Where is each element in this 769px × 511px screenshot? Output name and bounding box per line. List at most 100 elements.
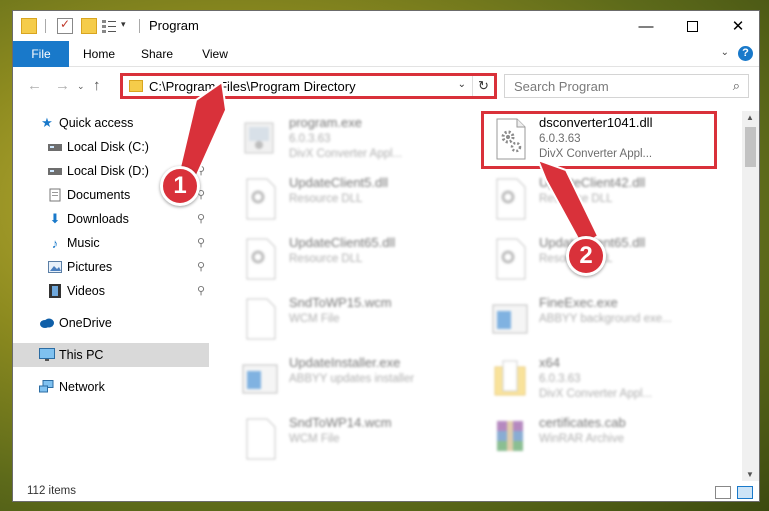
file-item[interactable]: FineExec.exe ABBYY background exe... bbox=[481, 291, 721, 351]
new-folder-icon[interactable] bbox=[81, 18, 97, 34]
sidebar-item-network[interactable]: Network bbox=[13, 375, 209, 399]
pin-icon[interactable]: ⚲ bbox=[197, 260, 205, 273]
exe-window-icon bbox=[241, 357, 279, 401]
drive-icon bbox=[47, 139, 63, 155]
sidebar-item-label: OneDrive bbox=[59, 316, 112, 330]
vertical-scrollbar[interactable]: ▲ ▼ bbox=[742, 111, 759, 481]
file-detail: ABBYY updates installer bbox=[289, 373, 415, 385]
file-item[interactable]: UpdateClient5.dll Resource DLL bbox=[231, 171, 471, 231]
scrollbar-thumb[interactable] bbox=[745, 127, 756, 167]
file-item[interactable]: UpdateClient65.dll Resource DLL bbox=[231, 231, 471, 291]
sidebar-item-downloads[interactable]: ⬇ Downloads ⚲ bbox=[13, 207, 209, 231]
help-icon[interactable]: ? bbox=[738, 46, 753, 61]
pin-icon[interactable]: ⚲ bbox=[197, 284, 205, 297]
exe-window-icon bbox=[491, 297, 529, 341]
file-detail: 6.0.3.63 bbox=[539, 133, 581, 145]
recent-locations-chevron-icon[interactable]: ⌄ bbox=[77, 81, 85, 92]
address-bar[interactable]: C:\Program Files\Program Directory ⌄ ↻ bbox=[120, 73, 497, 99]
exe-icon bbox=[241, 117, 279, 161]
dll-gear-icon bbox=[491, 117, 529, 161]
scroll-up-arrow-icon[interactable]: ▲ bbox=[746, 113, 754, 122]
file-name: SndToWP15.wcm bbox=[289, 295, 392, 310]
file-item[interactable]: x64 6.0.3.63 DivX Converter Appl... bbox=[481, 351, 721, 411]
pin-icon[interactable]: ⚲ bbox=[197, 164, 205, 177]
close-button[interactable]: ✕ bbox=[715, 11, 761, 41]
address-path[interactable]: C:\Program Files\Program Directory bbox=[149, 79, 356, 94]
forward-arrow-icon[interactable]: → bbox=[55, 77, 70, 94]
list-properties-icon[interactable] bbox=[101, 18, 119, 34]
details-view-icon[interactable] bbox=[715, 486, 731, 499]
search-input[interactable]: Search Program ⌕ bbox=[504, 74, 749, 98]
winrar-icon bbox=[491, 417, 529, 461]
tab-share[interactable]: Share bbox=[137, 41, 177, 67]
music-note-icon: ♪ bbox=[51, 235, 59, 251]
file-name: UpdateClient5.dll bbox=[289, 175, 389, 190]
sidebar-item-onedrive[interactable]: OneDrive bbox=[13, 311, 209, 335]
sidebar-item-local-disk-c[interactable]: Local Disk (C:) bbox=[13, 135, 209, 159]
file-item[interactable]: UpdateClient42.dll Resource DLL bbox=[481, 171, 721, 231]
file-item[interactable]: SndToWP15.wcm WCM File bbox=[231, 291, 471, 351]
file-item[interactable]: certificates.cab WinRAR Archive bbox=[481, 411, 721, 471]
file-item[interactable]: program.exe 6.0.3.63 DivX Converter Appl… bbox=[231, 111, 471, 171]
ribbon-tabs: File Home Share View ⌄ ? bbox=[13, 41, 759, 67]
star-icon: ★ bbox=[41, 115, 53, 130]
refresh-icon[interactable]: ↻ bbox=[472, 76, 494, 96]
file-explorer-window: ▾ Program — ✕ File Home Share View ⌄ ? ←… bbox=[12, 10, 760, 502]
scroll-down-arrow-icon[interactable]: ▼ bbox=[746, 470, 754, 479]
file-name: UpdateInstaller.exe bbox=[289, 355, 401, 370]
title-bar: ▾ Program — ✕ bbox=[13, 11, 759, 41]
item-count: 112 items bbox=[27, 485, 77, 497]
file-name: UpdateClient65.dll bbox=[289, 235, 396, 250]
navigation-bar: ← → ⌄ ↑ C:\Program Files\Program Directo… bbox=[13, 69, 759, 103]
tab-file[interactable]: File bbox=[13, 41, 69, 67]
file-name: SndToWP14.wcm bbox=[289, 415, 392, 430]
tab-home[interactable]: Home bbox=[79, 41, 119, 67]
search-icon[interactable]: ⌕ bbox=[733, 78, 740, 94]
sidebar-item-pictures[interactable]: Pictures ⚲ bbox=[13, 255, 209, 279]
large-icons-view-icon[interactable] bbox=[737, 486, 753, 499]
file-item[interactable]: UpdateInstaller.exe ABBYY updates instal… bbox=[231, 351, 471, 411]
file-description: DivX Converter Appl... bbox=[289, 148, 403, 160]
sidebar-item-label: Local Disk (D:) bbox=[67, 164, 149, 178]
blank-file-icon bbox=[241, 297, 279, 341]
pin-icon[interactable]: ⚲ bbox=[197, 212, 205, 225]
sidebar-item-label: Local Disk (C:) bbox=[67, 140, 149, 154]
pictures-icon bbox=[47, 259, 63, 275]
file-detail: 6.0.3.63 bbox=[539, 373, 581, 385]
drive-icon bbox=[47, 163, 63, 179]
file-name: x64 bbox=[539, 355, 560, 370]
properties-check-icon[interactable] bbox=[57, 17, 73, 34]
pin-icon[interactable]: ⚲ bbox=[197, 236, 205, 249]
file-description: DivX Converter Appl... bbox=[539, 148, 653, 160]
callout-badge-2: 2 bbox=[566, 236, 606, 276]
file-detail: WinRAR Archive bbox=[539, 433, 624, 445]
sidebar-item-quick-access[interactable]: ★ Quick access bbox=[13, 111, 209, 135]
dll-gear-icon bbox=[241, 237, 279, 281]
file-item-highlighted[interactable]: dsconverter1041.dll 6.0.3.63 DivX Conver… bbox=[481, 111, 717, 169]
up-arrow-icon[interactable]: ↑ bbox=[93, 77, 101, 94]
back-arrow-icon[interactable]: ← bbox=[27, 77, 42, 94]
file-name: UpdateClient42.dll bbox=[539, 175, 646, 190]
customize-toolbar-arrow-icon[interactable]: ▾ bbox=[121, 19, 131, 35]
download-arrow-icon: ⬇ bbox=[49, 211, 61, 226]
sidebar-item-music[interactable]: ♪ Music ⚲ bbox=[13, 231, 209, 255]
sidebar-item-this-pc[interactable]: This PC bbox=[13, 343, 209, 367]
minimize-button[interactable]: — bbox=[623, 11, 669, 41]
expand-ribbon-chevron-icon[interactable]: ⌄ bbox=[721, 47, 729, 58]
maximize-button[interactable] bbox=[669, 11, 715, 41]
callout-badge-1: 1 bbox=[160, 166, 200, 206]
cloud-icon bbox=[39, 315, 55, 331]
file-detail: 6.0.3.63 bbox=[289, 133, 331, 145]
folder-icon bbox=[491, 357, 529, 401]
sidebar-item-videos[interactable]: Videos ⚲ bbox=[13, 279, 209, 303]
tab-view[interactable]: View bbox=[195, 41, 235, 67]
folder-icon[interactable] bbox=[21, 18, 37, 34]
file-detail: Resource DLL bbox=[289, 193, 363, 205]
sidebar-item-label: Videos bbox=[67, 284, 105, 298]
file-item[interactable]: SndToWP14.wcm WCM File bbox=[231, 411, 471, 471]
address-dropdown-chevron-icon[interactable]: ⌄ bbox=[458, 79, 466, 90]
monitor-icon bbox=[39, 347, 55, 363]
sidebar-item-label: Network bbox=[59, 380, 105, 394]
file-name: FineExec.exe bbox=[539, 295, 618, 310]
film-icon bbox=[47, 283, 63, 299]
